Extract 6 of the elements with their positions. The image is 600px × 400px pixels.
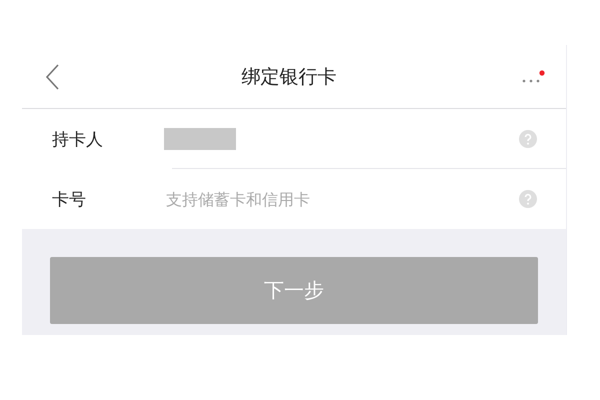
page-title: 绑定银行卡 [242, 64, 336, 90]
card-number-field[interactable]: 支持储蓄卡和信用卡 [164, 188, 518, 210]
back-icon[interactable] [44, 62, 60, 90]
field-label: 卡号 [52, 188, 87, 210]
field-label: 持卡人 [52, 128, 104, 150]
redacted-text [164, 128, 236, 150]
